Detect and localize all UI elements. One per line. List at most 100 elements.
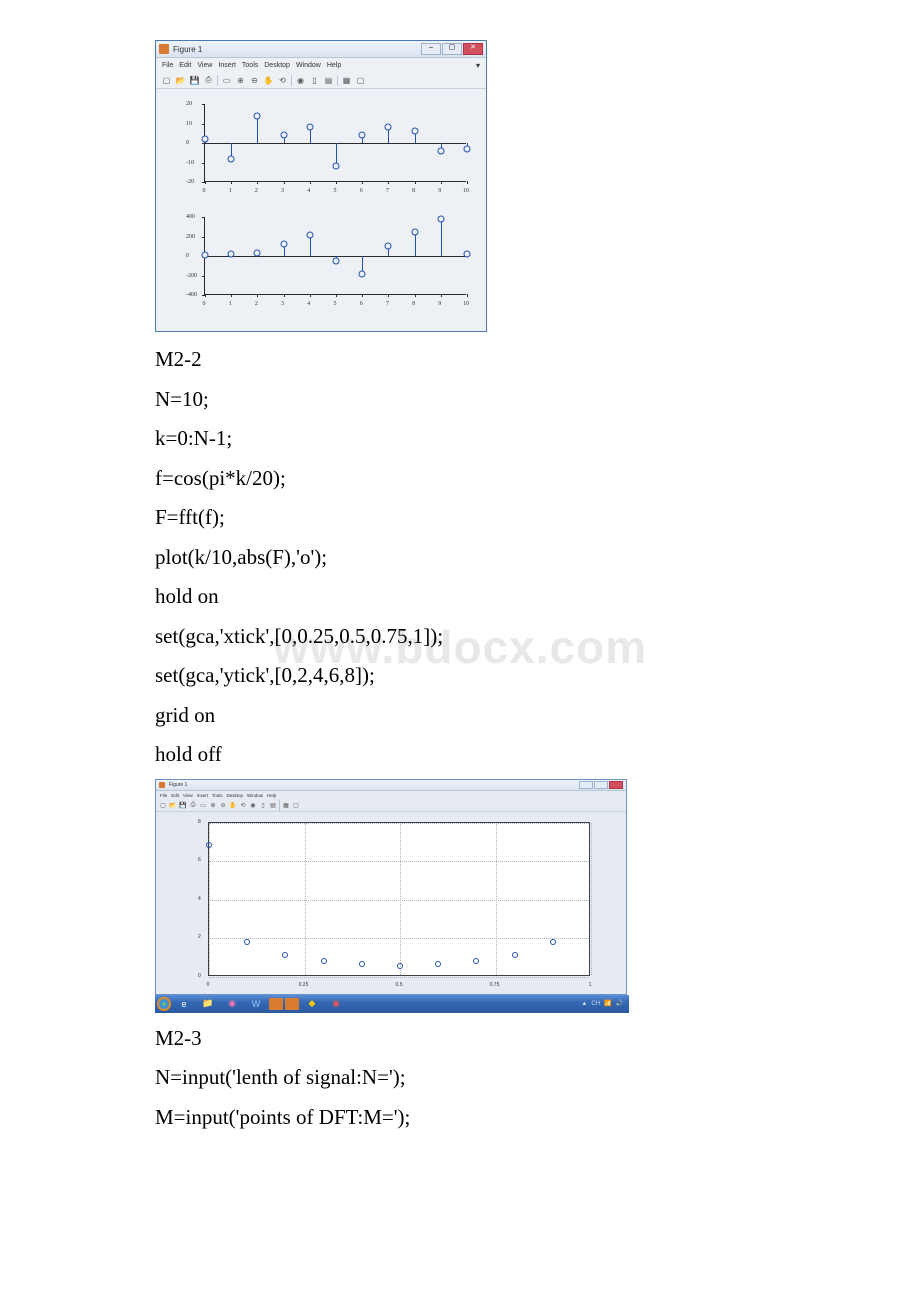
linkplot-icon[interactable]: ▦ — [282, 802, 290, 810]
menu-overflow-icon[interactable]: ▾ — [476, 61, 480, 70]
figure-icon[interactable] — [285, 998, 299, 1010]
pan-icon[interactable]: ✋ — [229, 802, 237, 810]
separator — [217, 75, 218, 86]
toolbar: ▢ 📂 💾 ⎙ ▭ ⊕ ⊖ ✋ ⟲ ◉ ▯ ▤ ▦ ▢ — [156, 72, 486, 89]
pointer-icon[interactable]: ▭ — [221, 75, 232, 86]
menu-desktop[interactable]: Desktop — [227, 793, 244, 798]
legend-icon[interactable]: ▤ — [269, 802, 277, 810]
player-icon[interactable]: ◉ — [221, 997, 243, 1011]
systray[interactable]: ▲ CH 📶 🔊 — [581, 1000, 627, 1007]
ie-icon[interactable]: e — [173, 997, 195, 1011]
save-icon[interactable]: 💾 — [189, 75, 200, 86]
flag-icon: ▲ — [581, 1001, 587, 1007]
code-line: M=input('points of DFT:M='); — [155, 1102, 765, 1134]
axes-3: 0246800.250.50.751 — [194, 818, 594, 988]
matlab-figure-2: Figure 1 File Edit View Insert Tools Des… — [155, 779, 625, 1011]
heading-m22: M2-2 — [155, 344, 765, 376]
heading-m23: M2-3 — [155, 1023, 765, 1055]
code-line: hold on — [155, 581, 765, 613]
minimize-button[interactable] — [579, 781, 593, 789]
code-line: hold off — [155, 739, 765, 771]
linkplot-icon[interactable]: ▦ — [341, 75, 352, 86]
menu-desktop[interactable]: Desktop — [264, 62, 290, 69]
insert-icon[interactable]: ▢ — [292, 802, 300, 810]
menu-edit[interactable]: Edit — [179, 62, 191, 69]
word-icon[interactable]: W — [245, 997, 267, 1011]
minimize-button[interactable]: – — [421, 43, 441, 55]
pointer-icon[interactable]: ▭ — [199, 802, 207, 810]
maximize-button[interactable] — [594, 781, 608, 789]
net-icon: 📶 — [604, 1000, 611, 1007]
rotate-icon[interactable]: ⟲ — [277, 75, 288, 86]
rotate-icon[interactable]: ⟲ — [239, 802, 247, 810]
menu-view[interactable]: View — [183, 793, 193, 798]
start-button[interactable] — [157, 997, 171, 1011]
vol-icon: 🔊 — [616, 1000, 623, 1007]
menubar: File Edit View Insert Tools Desktop Wind… — [156, 58, 486, 72]
open-icon[interactable]: 📂 — [169, 802, 177, 810]
code-line: set(gca,'xtick',[0,0.25,0.5,0.75,1]); — [155, 621, 765, 653]
app-icon[interactable]: ◆ — [301, 997, 323, 1011]
maximize-button[interactable]: ▢ — [442, 43, 462, 55]
menu-insert[interactable]: Insert — [218, 62, 236, 69]
colorbar-icon[interactable]: ▯ — [259, 802, 267, 810]
plot-area: -20-1001020012345678910 -400-20002004000… — [156, 89, 486, 313]
matlab-icon[interactable] — [269, 998, 283, 1010]
menu-help[interactable]: Help — [327, 62, 341, 69]
menu-insert[interactable]: Insert — [197, 793, 208, 798]
code-line: F=fft(f); — [155, 502, 765, 534]
menu-file[interactable]: File — [160, 793, 167, 798]
datacursor-icon[interactable]: ◉ — [295, 75, 306, 86]
datacursor-icon[interactable]: ◉ — [249, 802, 257, 810]
menubar: File Edit View Insert Tools Desktop Wind… — [156, 791, 626, 801]
app-icon[interactable]: ◉ — [325, 997, 347, 1011]
window-title: Figure 1 — [173, 45, 421, 54]
code-line: k=0:N-1; — [155, 423, 765, 455]
legend-icon[interactable]: ▤ — [323, 75, 334, 86]
menu-edit[interactable]: Edit — [171, 793, 179, 798]
separator — [279, 800, 280, 811]
matlab-icon — [159, 44, 169, 54]
titlebar: Figure 1 – ▢ ✕ — [156, 41, 486, 58]
axes-2: -400-2000200400012345678910 — [186, 212, 466, 307]
pan-icon[interactable]: ✋ — [263, 75, 274, 86]
separator — [337, 75, 338, 86]
window-title: Figure 1 — [169, 782, 579, 788]
save-icon[interactable]: 💾 — [179, 802, 187, 810]
colorbar-icon[interactable]: ▯ — [309, 75, 320, 86]
code-line: set(gca,'ytick',[0,2,4,6,8]); — [155, 660, 765, 692]
zoom-in-icon[interactable]: ⊕ — [209, 802, 217, 810]
lang-icon: CH — [591, 1001, 600, 1007]
close-button[interactable]: ✕ — [463, 43, 483, 55]
toolbar: ▢ 📂 💾 ⎙ ▭ ⊕ ⊖ ✋ ⟲ ◉ ▯ ▤ ▦ ▢ — [156, 801, 626, 812]
menu-window[interactable]: Window — [247, 793, 263, 798]
code-line: grid on — [155, 700, 765, 732]
menu-view[interactable]: View — [197, 62, 212, 69]
open-icon[interactable]: 📂 — [175, 75, 186, 86]
titlebar: Figure 1 — [156, 780, 626, 791]
plot-area: 0246800.250.50.751 — [156, 812, 626, 994]
insert-icon[interactable]: ▢ — [355, 75, 366, 86]
code-line: plot(k/10,abs(F),'o'); — [155, 542, 765, 574]
menu-tools[interactable]: Tools — [212, 793, 223, 798]
print-icon[interactable]: ⎙ — [203, 75, 214, 86]
close-button[interactable] — [609, 781, 623, 789]
new-icon[interactable]: ▢ — [159, 802, 167, 810]
menu-help[interactable]: Help — [267, 793, 276, 798]
menu-tools[interactable]: Tools — [242, 62, 258, 69]
menu-file[interactable]: File — [162, 62, 173, 69]
matlab-figure-1: Figure 1 – ▢ ✕ File Edit View Insert Too… — [155, 40, 487, 332]
new-icon[interactable]: ▢ — [161, 75, 172, 86]
code-line: N=10; — [155, 384, 765, 416]
code-line: f=cos(pi*k/20); — [155, 463, 765, 495]
zoom-out-icon[interactable]: ⊖ — [219, 802, 227, 810]
zoom-in-icon[interactable]: ⊕ — [235, 75, 246, 86]
axes-1: -20-1001020012345678910 — [186, 99, 466, 194]
separator — [291, 75, 292, 86]
windows-taskbar: e 📁 ◉ W ◆ ◉ ▲ CH 📶 🔊 — [155, 995, 629, 1013]
print-icon[interactable]: ⎙ — [189, 802, 197, 810]
menu-window[interactable]: Window — [296, 62, 321, 69]
folder-icon[interactable]: 📁 — [197, 997, 219, 1011]
code-line: N=input('lenth of signal:N='); — [155, 1062, 765, 1094]
zoom-out-icon[interactable]: ⊖ — [249, 75, 260, 86]
